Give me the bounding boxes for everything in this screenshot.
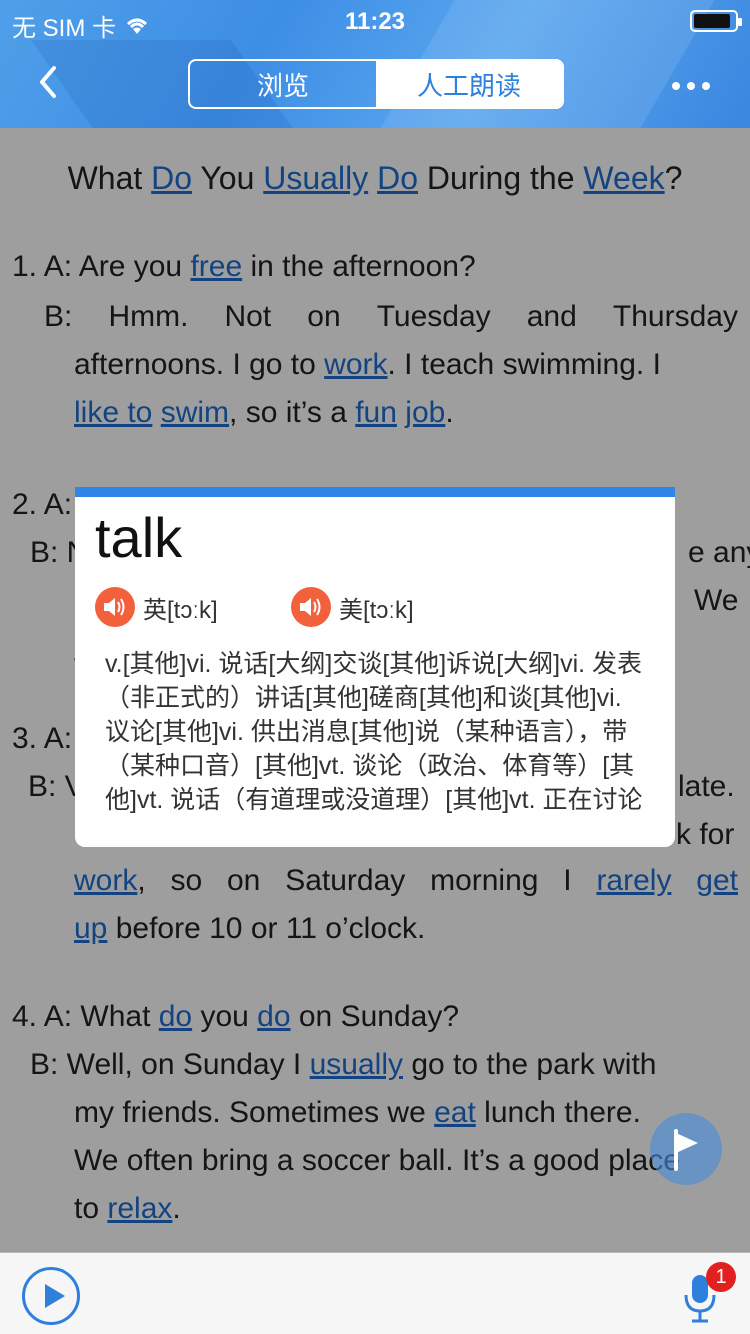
definitions-text[interactable]: v.[其他]vi. 说话[大纲]交谈[其他]诉说[大纲]vi. 发表（非正式的）…	[105, 647, 650, 817]
tab-browse[interactable]: 浏览	[190, 61, 376, 107]
battery-icon	[690, 10, 742, 32]
notification-badge: 1	[706, 1262, 736, 1292]
bottom-toolbar	[0, 1252, 750, 1334]
pronunciation-us[interactable]: 美[tɔːk]	[291, 587, 414, 627]
speaker-icon[interactable]	[291, 587, 331, 627]
status-bar: 无 SIM 卡 11:23	[0, 0, 750, 42]
top-header: 无 SIM 卡 11:23 浏览 人工朗读	[0, 0, 750, 128]
pronunciation-uk-label: 英[tɔːk]	[143, 596, 218, 624]
pronunciation-uk[interactable]: 英[tɔːk]	[95, 587, 218, 627]
status-time: 11:23	[344, 8, 406, 35]
speaker-icon[interactable]	[95, 587, 135, 627]
flag-button[interactable]	[650, 1113, 722, 1185]
popup-accent-bar	[75, 487, 675, 497]
more-options-icon[interactable]	[672, 82, 710, 90]
flag-icon	[674, 1129, 698, 1171]
back-arrow-icon[interactable]	[30, 62, 70, 102]
play-button[interactable]	[22, 1267, 80, 1325]
dictionary-popup: talk 英[tɔːk] 美[tɔːk] v.[其他]vi. 说话[大纲]交谈[…	[75, 487, 675, 847]
popup-word: talk	[95, 506, 183, 569]
play-icon	[45, 1284, 65, 1308]
tab-human-reading[interactable]: 人工朗读	[376, 61, 562, 107]
pronunciation-us-label: 美[tɔːk]	[339, 596, 414, 624]
mode-segmented-control: 浏览 人工朗读	[188, 59, 564, 109]
